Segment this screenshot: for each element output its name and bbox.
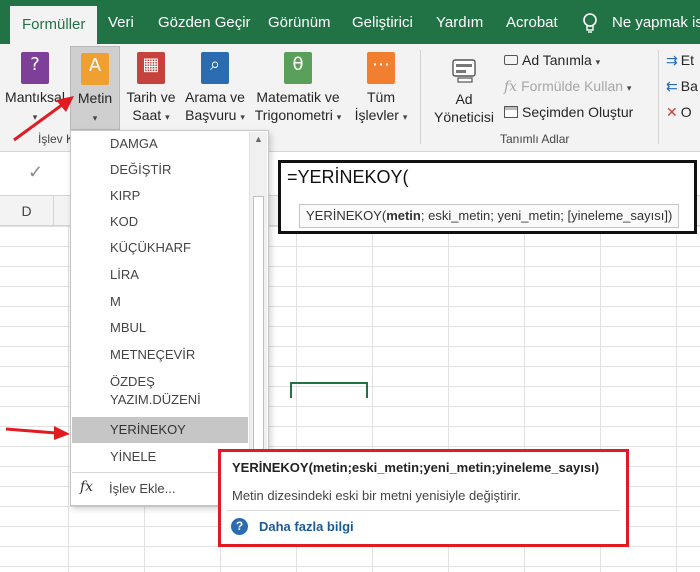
menu-item-lira[interactable]: LİRA	[72, 262, 248, 288]
annotation-arrow-icon	[5, 426, 70, 440]
annotation-arrow-icon	[13, 96, 74, 142]
math-trig-functions-button[interactable]: θ Matematik ve Trigonometri ▾	[250, 52, 346, 126]
trace-icon: ⇉	[666, 52, 678, 68]
scrollbar-thumb[interactable]	[253, 196, 264, 464]
tooltip-title: YERİNEKOY(metin;eski_metin;yeni_metin;yi…	[232, 460, 600, 475]
ribbon-tab-bar: Formüller Veri Gözden Geçir Görünüm Geli…	[0, 0, 700, 44]
tab-acrobat[interactable]: Acrobat	[506, 0, 558, 44]
name-manager-button[interactable]: Ad Yöneticisi	[426, 54, 502, 126]
menu-item-kod[interactable]: KOD	[72, 209, 248, 235]
tooltip-description: Metin dizesindeki eski bir metni yenisiy…	[232, 488, 522, 503]
tooltip-divider	[227, 510, 620, 511]
function-tooltip: YERİNEKOY(metin;eski_metin;yeni_metin;yi…	[218, 449, 629, 547]
define-name-button[interactable]: Ad Tanımla ▾	[504, 52, 600, 68]
scroll-up-icon[interactable]: ▲	[254, 134, 263, 144]
logical-icon: ?	[21, 52, 49, 84]
function-syntax-tip[interactable]: YERİNEKOY(metin; eski_metin; yeni_metin;…	[299, 204, 680, 228]
menu-item-ozdes-yazim-duzeni[interactable]: ÖZDEŞ YAZIM.DÜZENİ	[72, 369, 248, 413]
trace-precedents-button[interactable]: ⇉ Et	[666, 52, 694, 69]
tab-veri[interactable]: Veri	[108, 0, 134, 44]
use-in-formula-button[interactable]: fx Formülde Kullan ▾	[504, 78, 631, 95]
fx-icon: fx	[80, 479, 94, 495]
tell-me-more-link[interactable]: Daha fazla bilgi	[259, 519, 354, 534]
help-icon[interactable]: ?	[231, 518, 248, 535]
active-cell[interactable]	[290, 382, 368, 398]
theta-icon: θ	[284, 52, 312, 84]
dropdown-scrollbar[interactable]: ▲	[249, 132, 267, 470]
group-label-defined-names: Tanımlı Adlar	[500, 132, 570, 146]
tab-gozden-gecir[interactable]: Gözden Geçir	[158, 0, 251, 44]
menu-item-degistir[interactable]: DEĞİŞTİR	[72, 157, 248, 183]
name-manager-icon	[452, 59, 476, 83]
define-name-icon	[504, 55, 518, 65]
trace-icon: ⇇	[666, 78, 678, 94]
create-from-selection-icon	[504, 106, 518, 118]
trace-dependents-button[interactable]: ⇇ Ba	[666, 78, 698, 95]
enter-check-icon[interactable]: ✓	[28, 162, 43, 183]
menu-item-m[interactable]: M	[72, 289, 248, 315]
lookup-icon: ⌕	[201, 52, 229, 84]
fx-icon: fx	[504, 79, 518, 95]
tab-gorunum[interactable]: Görünüm	[268, 0, 331, 44]
calendar-icon: ▦	[137, 52, 165, 84]
more-functions-button[interactable]: ⋯ Tüm İşlevler ▾	[350, 52, 412, 126]
lookup-reference-functions-button[interactable]: ⌕ Arama ve Başvuru ▾	[182, 52, 248, 126]
ribbon-separator	[420, 50, 421, 144]
create-from-selection-button[interactable]: Seçimden Oluştur	[504, 104, 633, 120]
tab-yardim[interactable]: Yardım	[436, 0, 483, 44]
date-time-functions-button[interactable]: ▦ Tarih ve Saat ▾	[122, 52, 180, 126]
menu-item-damga[interactable]: DAMGA	[72, 131, 248, 157]
remove-arrows-icon: ✕	[666, 104, 678, 120]
remove-arrows-button[interactable]: ✕ O	[666, 104, 692, 121]
menu-item-mbul[interactable]: MBUL	[72, 315, 248, 341]
column-header-d[interactable]: D	[0, 196, 54, 226]
text-label: Metin	[77, 90, 113, 106]
tell-me-search[interactable]: Ne yapmak ist	[612, 0, 700, 44]
menu-item-metnecevir[interactable]: METNEÇEVİR	[72, 342, 248, 368]
formula-text: =YERİNEKOY(	[287, 167, 409, 187]
more-functions-icon: ⋯	[367, 52, 395, 84]
text-icon: A	[81, 53, 109, 85]
formula-input-highlight[interactable]: =YERİNEKOY( YERİNEKOY(metin; eski_metin;…	[278, 160, 697, 234]
insert-function-label: İşlev Ekle...	[109, 481, 176, 496]
tab-gelistirici[interactable]: Geliştirici	[352, 0, 413, 44]
ribbon-separator	[658, 50, 659, 144]
tab-formuller[interactable]: Formüller	[10, 6, 98, 44]
lightbulb-icon	[583, 13, 597, 33]
menu-item-kucukharf[interactable]: KÜÇÜKHARF	[72, 235, 248, 261]
menu-item-yerinekoy[interactable]: YERİNEKOY	[72, 417, 248, 443]
menu-item-kirp[interactable]: KIRP	[72, 183, 248, 209]
